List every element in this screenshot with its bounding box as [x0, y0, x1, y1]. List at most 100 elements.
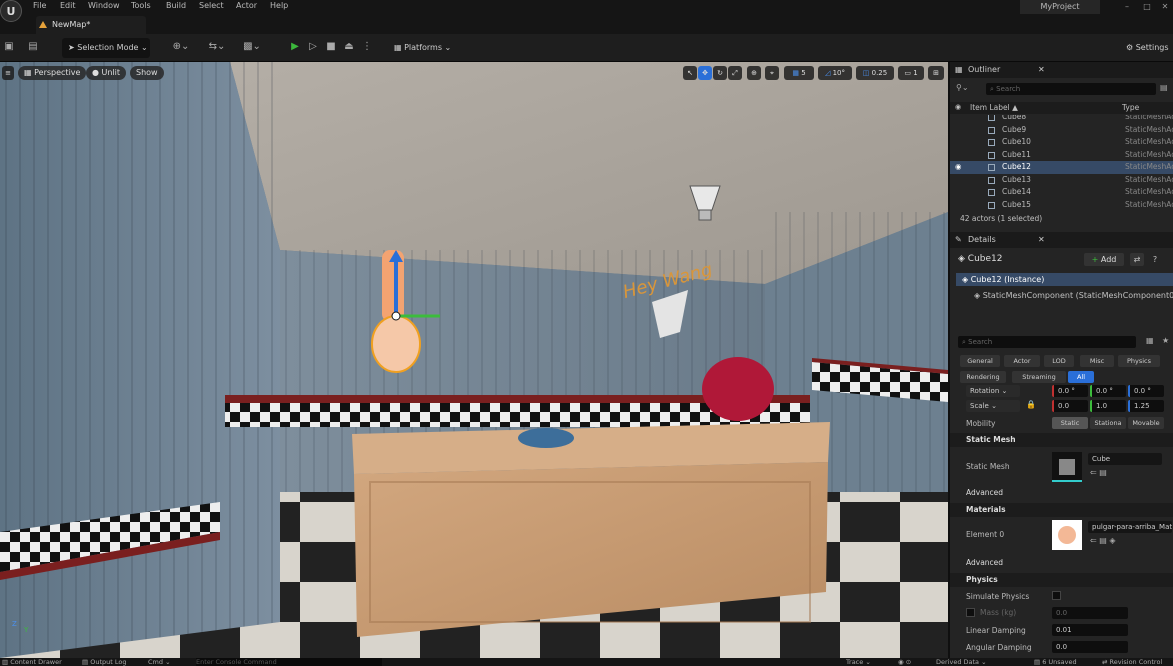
grid-snap-button[interactable]: ▦ 5 — [784, 66, 814, 80]
static-mesh-dropdown[interactable]: Cube — [1088, 453, 1162, 465]
menu-build[interactable]: Build — [166, 0, 186, 12]
settings-button[interactable]: ⚙ Settings — [1120, 38, 1173, 58]
filter-misc[interactable]: Misc — [1080, 355, 1114, 367]
scale-snap-button[interactable]: ◫ 0.25 — [856, 66, 894, 80]
content-browser-icon[interactable]: ▤ — [26, 40, 40, 54]
outliner-row[interactable]: Cube13 StaticMeshAc — [950, 174, 1173, 187]
rotate-tool-icon[interactable]: ↻ — [713, 66, 727, 80]
filter-rendering[interactable]: Rendering — [960, 371, 1006, 383]
scale-z-field[interactable]: 1.25 — [1128, 400, 1164, 412]
blueprint-button-icon[interactable]: ⇄ — [1130, 253, 1144, 266]
output-log-button[interactable]: ▤ Output Log — [82, 658, 126, 666]
help-icon[interactable]: ? — [1148, 253, 1162, 266]
surface-snap-icon[interactable]: ⌖ — [765, 66, 779, 80]
step-icon[interactable]: ▷ — [306, 40, 320, 54]
blueprint-icon[interactable]: ⇆⌄ — [205, 40, 229, 54]
add-actor-icon[interactable]: ⊕⌄ — [170, 40, 192, 54]
outliner-search-input[interactable]: ⌕ Search — [986, 83, 1156, 95]
camera-speed-button[interactable]: ▭ 1 — [898, 66, 924, 80]
unreal-logo-icon[interactable]: U — [0, 0, 22, 22]
stop-icon[interactable]: ■ — [324, 40, 338, 54]
menu-file[interactable]: File — [33, 0, 46, 12]
menu-help[interactable]: Help — [270, 0, 288, 12]
menu-window[interactable]: Window — [88, 0, 120, 12]
minimize-icon[interactable]: – — [1120, 0, 1134, 14]
unlit-button[interactable]: ● Unlit — [86, 66, 127, 80]
maximize-icon[interactable]: □ — [1140, 0, 1154, 14]
type-column[interactable]: Type — [1122, 103, 1139, 112]
translate-tool-icon[interactable]: ✥ — [698, 66, 712, 80]
scale-x-field[interactable]: 0.0 — [1052, 400, 1088, 412]
outliner-row[interactable]: Cube15 StaticMeshAc — [950, 199, 1173, 209]
map-tab[interactable]: NewMap* — [36, 16, 146, 34]
mass-override-checkbox[interactable] — [966, 608, 975, 617]
show-button[interactable]: Show — [130, 66, 164, 80]
console-input[interactable]: Enter Console Command — [196, 658, 382, 666]
item-label-column[interactable]: Item Label ▲ — [970, 103, 1018, 112]
outliner-settings-icon[interactable]: ▤ — [1160, 83, 1168, 92]
selection-mode-dropdown[interactable]: ➤ Selection Mode ⌄ — [62, 38, 150, 58]
material-dropdown[interactable]: pulgar-para-arriba_Mat — [1088, 521, 1172, 533]
cmd-dropdown[interactable]: Cmd ⌄ — [148, 658, 171, 666]
advanced-toggle[interactable]: Advanced — [950, 486, 1173, 500]
outliner-row[interactable]: Cube8 StaticMeshAc — [950, 115, 1173, 124]
rotation-x-field[interactable]: 0.0 ° — [1052, 385, 1088, 397]
menu-edit[interactable]: Edit — [60, 0, 76, 12]
mobility-static[interactable]: Static — [1052, 417, 1088, 429]
rotation-dropdown[interactable]: Rotation ⌄ — [966, 385, 1020, 397]
platforms-dropdown[interactable]: ▦ Platforms ⌄ — [388, 38, 456, 58]
favorite-star-icon[interactable]: ★ — [1162, 336, 1169, 345]
maximize-viewport-icon[interactable]: ⊞ — [928, 66, 944, 80]
scale-dropdown[interactable]: Scale ⌄ — [966, 400, 1020, 412]
save-icon[interactable]: ▣ — [2, 40, 16, 54]
eye-icon[interactable]: ◉ — [955, 161, 962, 174]
menu-actor[interactable]: Actor — [236, 0, 257, 12]
menu-tools[interactable]: Tools — [131, 0, 151, 12]
rotation-y-field[interactable]: 0.0 ° — [1090, 385, 1126, 397]
outliner-row[interactable]: Cube14 StaticMeshAc — [950, 186, 1173, 199]
play-icon[interactable]: ▶ — [288, 40, 302, 54]
outliner-row[interactable]: Cube9 StaticMeshAc — [950, 124, 1173, 137]
details-search-input[interactable]: ⌕ Search — [958, 336, 1136, 348]
static-mesh-thumbnail[interactable] — [1052, 452, 1082, 482]
level-viewport[interactable]: Hey Wang ≡ ▦ Perspective ● Unlit Show ↖ … — [0, 62, 948, 658]
select-tool-icon[interactable]: ↖ — [683, 66, 697, 80]
unsaved-button[interactable]: ▤ 6 Unsaved — [1034, 658, 1077, 666]
material-actions-icon[interactable]: ⇐ ▤ ◈ — [1090, 536, 1116, 545]
filter-icon[interactable]: ⚲⌄ — [956, 83, 969, 92]
browse-asset-icon[interactable]: ⇐ ▤ — [1090, 468, 1107, 477]
static-mesh-section[interactable]: Static Mesh — [950, 433, 1173, 447]
outliner-close-icon[interactable]: ✕ — [1038, 62, 1045, 78]
scale-tool-icon[interactable]: ⤢ — [728, 66, 742, 80]
outliner-row[interactable]: Cube10 StaticMeshAc — [950, 136, 1173, 149]
angle-snap-button[interactable]: ◿ 10° — [818, 66, 852, 80]
derived-data-button[interactable]: Derived Data ⌄ — [936, 658, 987, 666]
status-icons[interactable]: ◉ ⊙ — [898, 658, 911, 666]
add-component-button[interactable]: + Add — [1084, 253, 1124, 266]
physics-section[interactable]: Physics — [950, 573, 1173, 587]
world-space-icon[interactable]: ⊕ — [747, 66, 761, 80]
content-drawer-button[interactable]: ▥ Content Drawer — [2, 658, 62, 666]
linear-damping-field[interactable]: 0.01 — [1052, 624, 1128, 636]
advanced-toggle-2[interactable]: Advanced — [950, 556, 1173, 570]
lock-icon[interactable]: 🔒 — [1026, 400, 1036, 409]
cinematics-icon[interactable]: ▩⌄ — [240, 40, 264, 54]
close-icon[interactable]: ✕ — [1158, 0, 1172, 14]
instance-row[interactable]: ◈ Cube12 (Instance) — [956, 273, 1173, 286]
viewport-menu-icon[interactable]: ≡ — [2, 66, 14, 80]
filter-streaming[interactable]: Streaming — [1012, 371, 1066, 383]
outliner-row[interactable]: Cube11 StaticMeshAc — [950, 149, 1173, 162]
material-thumbnail[interactable] — [1052, 520, 1082, 550]
outliner-row-selected[interactable]: ◉ Cube12 StaticMeshAc — [950, 161, 1173, 174]
materials-section[interactable]: Materials — [950, 503, 1173, 517]
details-close-icon[interactable]: ✕ — [1038, 232, 1045, 248]
mass-field[interactable]: 0.0 — [1052, 607, 1128, 619]
angular-damping-field[interactable]: 0.0 — [1052, 641, 1128, 653]
filter-physics[interactable]: Physics — [1118, 355, 1160, 367]
filter-general[interactable]: General — [960, 355, 1000, 367]
menu-select[interactable]: Select — [199, 0, 224, 12]
grid-view-icon[interactable]: ▦ — [1146, 336, 1154, 345]
mobility-stationary[interactable]: Stationa — [1090, 417, 1126, 429]
filter-all[interactable]: All — [1068, 371, 1094, 383]
filter-lod[interactable]: LOD — [1044, 355, 1074, 367]
